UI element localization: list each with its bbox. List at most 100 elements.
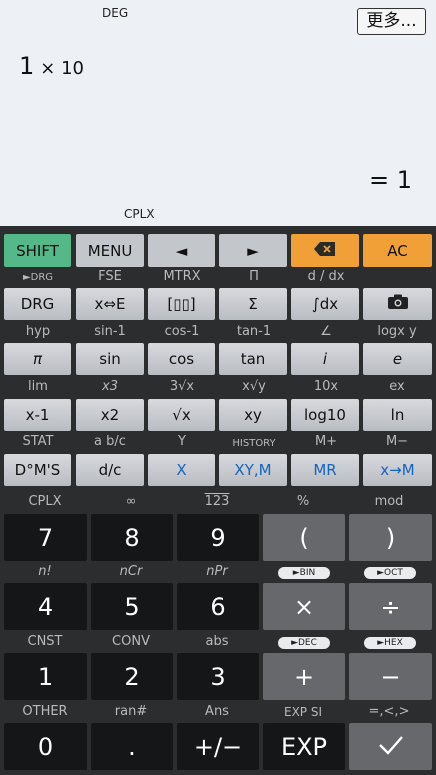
shift-label-product: Π <box>249 269 259 284</box>
shift-label-infinity: ∞ <box>125 494 137 509</box>
xym-key[interactable]: XY,M <box>219 454 287 486</box>
digit-2-key[interactable]: 2 <box>91 653 173 700</box>
tan-key[interactable]: tan <box>219 343 287 375</box>
digit-8-key[interactable]: 8 <box>91 514 173 561</box>
shift-label-asin: sin-1 <box>94 324 126 339</box>
shift-label-exp-si: EXP SI <box>283 705 322 719</box>
camera-icon <box>387 294 409 314</box>
shift-label-history: HISTORY <box>232 438 276 449</box>
shift-label-derivative: d / dx <box>307 269 345 284</box>
shift-label-mplus: M+ <box>314 434 338 449</box>
more-button[interactable]: 更多... <box>357 8 426 35</box>
decimal-key[interactable]: . <box>91 723 173 770</box>
shift-label-cplx: CPLX <box>28 494 62 509</box>
shift-label-root: x√y <box>242 379 266 394</box>
to-bin-button[interactable]: ►BIN <box>278 567 330 579</box>
divide-key[interactable]: ÷ <box>349 583 432 630</box>
mr-key[interactable]: MR <box>291 454 359 486</box>
shift-label-mminus: M− <box>385 434 409 449</box>
shift-label-cube: x3 <box>102 379 118 394</box>
drg-key[interactable]: DRG <box>4 288 71 320</box>
digit-9-key[interactable]: 9 <box>177 514 259 561</box>
shift-label-repeating: 123 <box>204 494 230 509</box>
shift-label-npr: nPr <box>206 564 228 579</box>
shift-label-atan: tan-1 <box>236 324 272 339</box>
open-paren-key[interactable]: ( <box>263 514 345 561</box>
matrix-key[interactable]: [▯▯] <box>148 288 215 320</box>
pi-key[interactable]: π <box>4 343 71 375</box>
imaginary-key[interactable]: i <box>291 343 359 375</box>
integral-key[interactable]: ∫dx <box>291 288 359 320</box>
shift-label-y: Y <box>178 434 186 449</box>
multiply-key[interactable]: × <box>263 583 345 630</box>
shift-label-mixed-fraction: a b/c <box>94 434 126 449</box>
to-oct-button[interactable]: ►OCT <box>364 567 416 579</box>
exp-key[interactable]: EXP <box>263 723 345 770</box>
cursor-right-key[interactable]: ► <box>219 234 287 267</box>
digit-5-key[interactable]: 5 <box>91 583 173 630</box>
negate-key[interactable]: +/− <box>177 723 259 770</box>
close-paren-key[interactable]: ) <box>349 514 432 561</box>
shift-label-hyp: hyp <box>25 324 51 339</box>
x-var-key[interactable]: X <box>148 454 215 486</box>
shift-label-drg: ►DRG <box>22 272 54 283</box>
shift-label-conv: CONV <box>112 634 150 649</box>
shift-label-percent: % <box>296 494 310 509</box>
store-key[interactable]: x→M <box>363 454 432 486</box>
inverse-key[interactable]: x-1 <box>4 399 71 431</box>
digit-1-key[interactable]: 1 <box>4 653 87 700</box>
shift-label-ncr: nCr <box>119 564 143 579</box>
shift-label-random: ran# <box>114 704 148 719</box>
angle-mode-indicator: DEG <box>102 6 129 20</box>
complex-mode-indicator: CPLX <box>124 207 155 221</box>
shift-label-factorial: n! <box>38 564 52 579</box>
shift-label-pow10: 10x <box>313 379 339 394</box>
sum-key[interactable]: Σ <box>219 288 287 320</box>
swap-key[interactable]: x⇔E <box>76 288 144 320</box>
ln-key[interactable]: ln <box>363 399 432 431</box>
to-dec-button[interactable]: ►DEC <box>278 637 330 649</box>
shift-label-cnst: CNST <box>27 634 63 649</box>
shift-label-angle: ∠ <box>320 324 332 339</box>
all-clear-key[interactable]: AC <box>363 234 432 267</box>
to-hex-button[interactable]: ►HEX <box>364 637 416 649</box>
digit-6-key[interactable]: 6 <box>177 583 259 630</box>
checkmark-icon <box>378 733 404 761</box>
log10-key[interactable]: log10 <box>291 399 359 431</box>
digit-4-key[interactable]: 4 <box>4 583 87 630</box>
euler-key[interactable]: e <box>363 343 432 375</box>
digit-3-key[interactable]: 3 <box>177 653 259 700</box>
shift-label-acos: cos-1 <box>164 324 200 339</box>
display-area: DEG 更多... 1 × 10 = 1 CPLX <box>0 0 436 226</box>
dms-key[interactable]: D°M'S <box>4 454 71 486</box>
digit-7-key[interactable]: 7 <box>4 514 87 561</box>
sqrt-key[interactable]: √x <box>148 399 215 431</box>
camera-key[interactable] <box>363 288 432 320</box>
shift-key[interactable]: SHIFT <box>4 234 71 267</box>
menu-key[interactable]: MENU <box>76 234 144 267</box>
shift-label-mod: mod <box>374 494 404 509</box>
digit-0-key[interactable]: 0 <box>4 723 87 770</box>
equals-key[interactable] <box>349 723 432 770</box>
expression-times-ten: × 10 <box>40 58 84 79</box>
shift-label-abs: abs <box>205 634 229 649</box>
shift-label-other: OTHER <box>22 704 68 719</box>
backspace-icon <box>314 241 336 260</box>
fraction-key[interactable]: d/c <box>76 454 144 486</box>
shift-label-exp: ex <box>389 379 405 394</box>
cos-key[interactable]: cos <box>148 343 215 375</box>
shift-label-fse: FSE <box>98 269 122 284</box>
sin-key[interactable]: sin <box>76 343 144 375</box>
expression-mantissa: 1 <box>19 52 35 80</box>
expression[interactable]: 1 × 10 <box>19 52 84 80</box>
plus-key[interactable]: + <box>263 653 345 700</box>
minus-key[interactable]: − <box>349 653 432 700</box>
square-key[interactable]: x2 <box>76 399 144 431</box>
shift-label-compare: =,<,> <box>368 704 410 719</box>
shift-label-stat: STAT <box>22 434 54 449</box>
cursor-left-key[interactable]: ◄ <box>148 234 215 267</box>
shift-label-lim: lim <box>28 379 48 394</box>
power-key[interactable]: xy <box>219 399 287 431</box>
shift-label-ans: Ans <box>205 704 229 719</box>
backspace-key[interactable] <box>291 234 359 267</box>
